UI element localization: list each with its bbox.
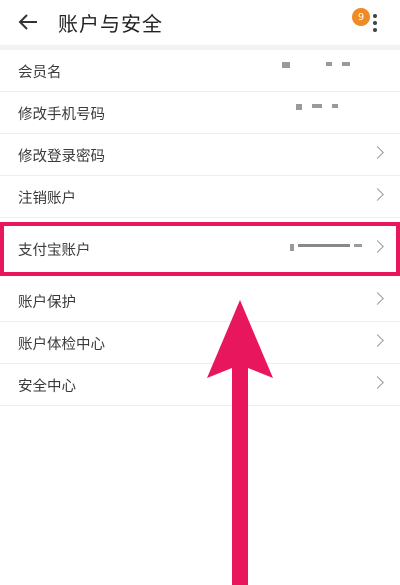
masked-value [296,104,338,110]
settings-list: 会员名 修改手机号码 修改登录密码 注销账户 支付宝账户 账户保护 账户体检中心… [0,50,400,406]
chevron-right-icon [371,146,384,159]
notification-badge: 9 [352,8,370,26]
list-item-security-center[interactable]: 安全中心 [0,364,400,406]
page-title: 账户与安全 [58,12,163,36]
chevron-right-icon [371,240,384,253]
masked-value [282,62,350,68]
list-item-label: 注销账户 [18,191,76,207]
list-item-label: 会员名 [18,65,62,81]
list-item-change-password[interactable]: 修改登录密码 [0,134,400,176]
list-item-label: 支付宝账户 [18,243,91,259]
list-item-close-account[interactable]: 注销账户 [0,176,400,218]
list-item-label: 账户体检中心 [18,337,105,353]
back-arrow-icon [18,14,37,30]
chevron-right-icon [371,334,384,347]
list-item-label: 修改登录密码 [18,149,105,165]
list-item-label: 安全中心 [18,379,76,395]
list-item-account-checkup[interactable]: 账户体检中心 [0,322,400,364]
list-item-label: 账户保护 [18,295,76,311]
chevron-right-icon [371,292,384,305]
chevron-right-icon [371,188,384,201]
list-item-label: 修改手机号码 [18,107,105,123]
list-item-member-name[interactable]: 会员名 [0,50,400,92]
list-item-change-phone[interactable]: 修改手机号码 [0,92,400,134]
pointer-arrow-annotation [207,300,273,585]
back-button[interactable] [14,8,42,36]
list-item-alipay-account[interactable]: 支付宝账户 [0,222,400,276]
app-header: 账户与安全 9 [0,0,400,42]
list-item-account-protection[interactable]: 账户保护 [0,280,400,322]
masked-value [290,244,362,251]
chevron-right-icon [371,376,384,389]
more-button[interactable]: 9 [352,8,382,36]
